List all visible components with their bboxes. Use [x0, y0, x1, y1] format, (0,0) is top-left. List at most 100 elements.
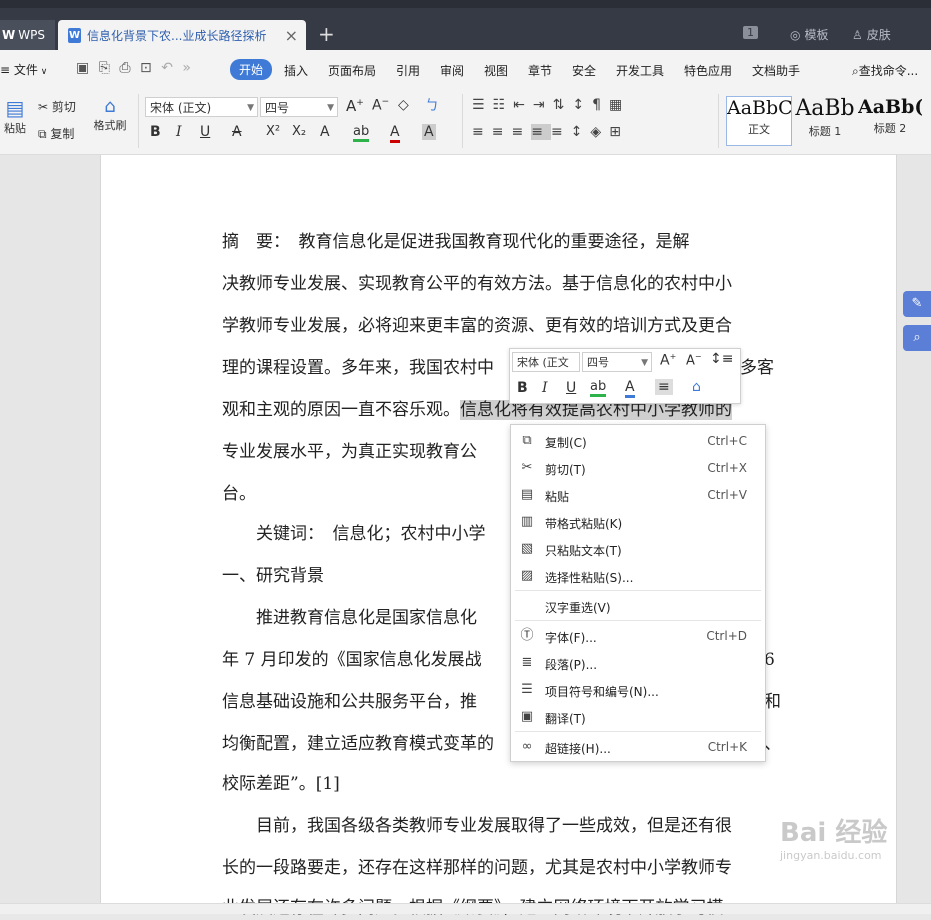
mini-font-color-icon[interactable]: A — [625, 379, 635, 398]
paragraph-tools-row2[interactable]: ≡≡≡≡≡↕◈⊞ — [472, 124, 629, 140]
menu-chapter[interactable]: 章节 — [528, 62, 552, 79]
tab-document[interactable]: W 信息化背景下农...业成长路径探析 × — [58, 20, 306, 50]
cut-button[interactable]: ✂ 剪切 — [38, 98, 76, 115]
bold-button[interactable]: B — [150, 124, 161, 140]
doc-line[interactable]: 长的一段路要走，还存在这样那样的问题，尤其是农村中小学教师专 — [222, 856, 732, 880]
mini-underline-button[interactable]: U — [566, 380, 576, 396]
doc-line[interactable]: 目前，我国各级各类教师专业发展取得了一些成效，但是还有很 — [222, 814, 732, 838]
menu-developer[interactable]: 开发工具 — [616, 62, 664, 79]
show-marks-icon[interactable]: ¶ — [592, 97, 609, 113]
section-heading[interactable]: 一、研究背景 — [222, 564, 324, 588]
document-page[interactable] — [100, 155, 897, 913]
sort-icon[interactable]: ⇅ — [553, 97, 573, 113]
save-icon[interactable]: ▣ — [76, 60, 89, 76]
style-heading-2[interactable]: AaBb( 标题 2 — [858, 96, 922, 144]
italic-button[interactable]: I — [176, 124, 182, 140]
table-icon[interactable]: ▦ — [609, 97, 630, 113]
doc-line[interactable]: 年 7 月印发的《国家信息化发展战 — [222, 648, 482, 672]
menu-home[interactable]: 开始 — [230, 59, 273, 80]
menu-review[interactable]: 审阅 — [440, 62, 464, 79]
menu-special[interactable]: 特色应用 — [684, 62, 732, 79]
doc-line[interactable]: 摘 要： 教育信息化是促进我国教育现代化的重要途径，是解 — [222, 230, 690, 254]
menu-references[interactable]: 引用 — [396, 62, 420, 79]
shading-icon[interactable]: ◈ — [590, 124, 609, 140]
menu-item-copy[interactable]: ⧉ 复制(C) Ctrl+C — [511, 427, 765, 454]
style-normal[interactable]: AaBbC 正文 — [726, 96, 792, 146]
menu-item-paste[interactable]: ▤ 粘贴 Ctrl+V — [511, 481, 765, 508]
mini-format-painter-icon[interactable]: ⌂ — [692, 379, 701, 395]
tab-wps-home[interactable]: W WPS — [0, 20, 55, 50]
decrease-indent-icon[interactable]: ⇤ — [513, 97, 533, 113]
menu-insert[interactable]: 插入 — [284, 62, 308, 79]
more-icon[interactable]: » — [182, 60, 191, 76]
font-name-select[interactable]: 宋体 (正文) ▼ — [145, 97, 258, 117]
subscript-icon[interactable]: X₂ — [292, 124, 306, 139]
menu-item-hyperlink[interactable]: ∞ 超链接(H)... Ctrl+K — [511, 733, 765, 760]
mini-font-size-select[interactable]: 四号 ▼ — [582, 352, 652, 372]
close-tab-icon[interactable]: × — [285, 26, 298, 45]
doc-line[interactable]: 决教师专业发展、实现教育公平的有效方法。基于信息化的农村中小 — [222, 272, 732, 296]
menu-file[interactable]: ≡ 文件 ∨ — [0, 61, 47, 78]
new-tab-button[interactable]: + — [318, 22, 335, 46]
menu-doc-assistant[interactable]: 文档助手 — [752, 62, 800, 79]
template-button[interactable]: ◎ 模板 — [790, 26, 829, 43]
mini-italic-button[interactable]: I — [542, 380, 548, 396]
style-heading-1[interactable]: AaBb 标题 1 — [793, 96, 857, 144]
char-shading-icon[interactable]: A — [422, 124, 436, 140]
mini-bold-button[interactable]: B — [517, 380, 528, 396]
menu-item-paste-special[interactable]: ▨ 选择性粘贴(S)... — [511, 562, 765, 589]
export-icon[interactable]: ⎘ — [99, 60, 110, 76]
increase-indent-icon[interactable]: ⇥ — [533, 97, 553, 113]
mini-align-icon[interactable]: ≡ — [655, 379, 673, 395]
line-spacing-icon[interactable]: ↕ — [572, 97, 592, 113]
font-size-select[interactable]: 四号 ▼ — [260, 97, 338, 117]
menu-item-translate[interactable]: ▣ 翻译(T) — [511, 703, 765, 730]
align-center-icon[interactable]: ≡ — [492, 124, 512, 140]
grow-font-button[interactable]: A+ — [346, 97, 364, 115]
copy-button[interactable]: ⧉ 复制 — [38, 125, 74, 142]
spacing-icon[interactable]: ↕ — [571, 124, 591, 140]
side-review-tool-icon[interactable]: ⌕ — [903, 325, 931, 351]
menu-item-cut[interactable]: ✂ 剪切(T) Ctrl+X — [511, 454, 765, 481]
doc-line[interactable]: 推进教育信息化是国家信息化 — [222, 606, 477, 630]
shrink-font-button[interactable]: A− — [372, 97, 389, 114]
mini-grow-font-button[interactable]: A+ — [660, 352, 676, 369]
menu-item-paste-text-only[interactable]: ▧ 只粘贴文本(T) — [511, 535, 765, 562]
doc-line[interactable]: 专业发展水平，为真正实现教育公 — [222, 440, 477, 464]
align-left-icon[interactable]: ≡ — [472, 124, 492, 140]
print-icon[interactable]: ⎙ — [119, 60, 130, 76]
menu-item-font[interactable]: Ⓣ 字体(F)... Ctrl+D — [511, 622, 765, 649]
superscript-icon[interactable]: X² — [266, 124, 280, 139]
format-painter-button[interactable]: ⌂ 格式刷 — [90, 96, 130, 133]
doc-line[interactable]: 台。 — [222, 482, 256, 506]
menu-security[interactable]: 安全 — [572, 62, 596, 79]
strikethrough-icon[interactable]: A — [232, 124, 242, 140]
pinyin-guide-icon[interactable]: ㄅ — [425, 95, 439, 115]
justify-icon[interactable]: ≡ — [531, 124, 551, 140]
mini-highlight-icon[interactable]: ab — [590, 379, 607, 397]
paste-button[interactable]: ▤ 粘贴 — [0, 96, 30, 136]
text-effect-icon[interactable]: A — [320, 124, 330, 140]
undo-icon[interactable]: ↶ — [161, 60, 173, 76]
menu-item-bullets-numbering[interactable]: ☰ 项目符号和编号(N)... — [511, 676, 765, 703]
highlight-color-icon[interactable]: ab — [353, 124, 370, 142]
align-right-icon[interactable]: ≡ — [511, 124, 531, 140]
mini-font-name-select[interactable]: 宋体 (正文 — [512, 352, 580, 372]
distribute-icon[interactable]: ≡ — [551, 124, 571, 140]
clear-format-icon[interactable]: ◇ — [398, 97, 409, 113]
menu-item-reselect-hanzi[interactable]: 汉字重选(V) — [511, 592, 765, 619]
menu-item-paragraph[interactable]: ≣ 段落(P)... — [511, 649, 765, 676]
doc-line[interactable]: 均衡配置，建立适应教育模式变革的 — [222, 732, 494, 756]
menu-view[interactable]: 视图 — [484, 62, 508, 79]
bullet-list-icon[interactable]: ☰ — [472, 97, 493, 113]
doc-line[interactable]: 信息基础设施和公共服务平台，推 — [222, 690, 477, 714]
mini-line-spacing-icon[interactable]: ↕≡ — [710, 351, 733, 367]
doc-line[interactable]: 学教师专业发展，必将迎来更丰富的资源、更有效的培训方式及更合 — [222, 314, 732, 338]
border-icon[interactable]: ⊞ — [609, 124, 629, 140]
mini-shrink-font-button[interactable]: A− — [686, 352, 702, 368]
command-search[interactable]: ⌕查找命令... — [852, 62, 918, 79]
skin-button[interactable]: ♙ 皮肤 — [852, 26, 891, 43]
menu-item-paste-keep-format[interactable]: ▥ 带格式粘贴(K) — [511, 508, 765, 535]
underline-button[interactable]: U — [200, 124, 210, 140]
numbered-list-icon[interactable]: ☷ — [493, 97, 514, 113]
